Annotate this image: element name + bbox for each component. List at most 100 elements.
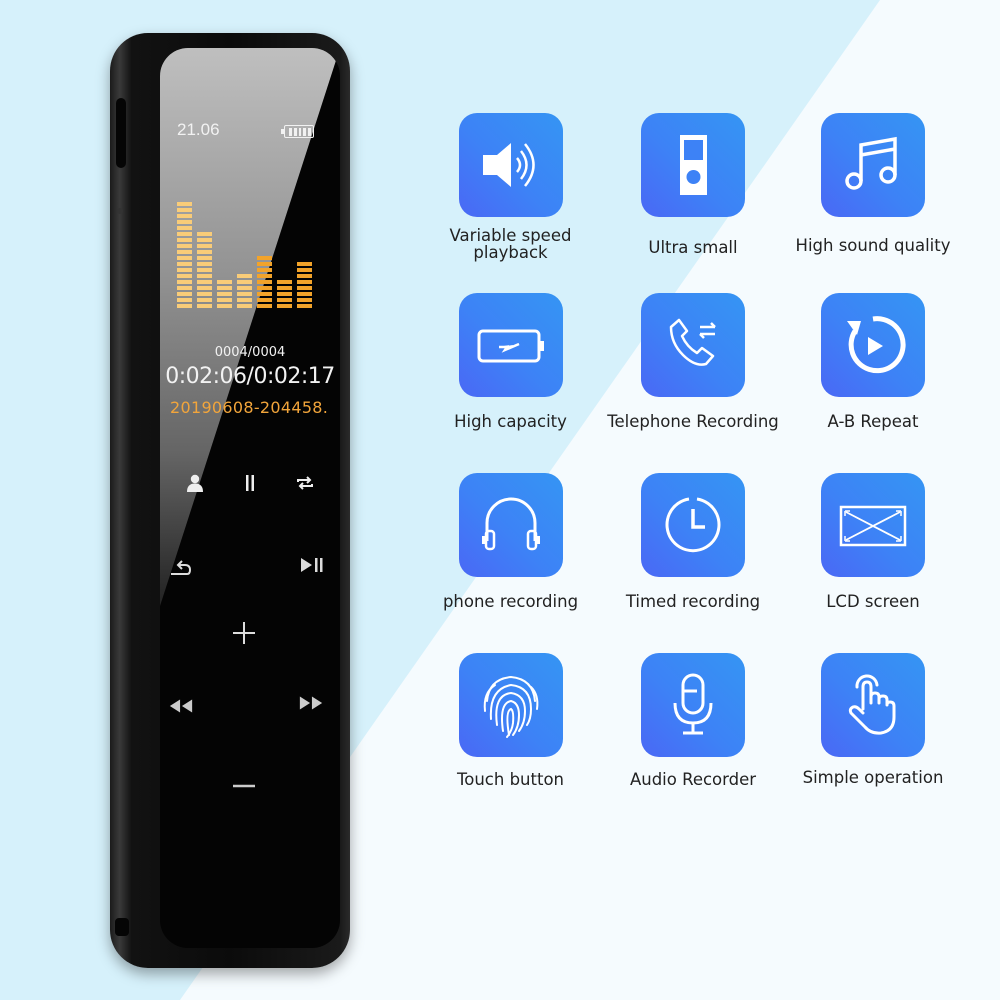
equalizer-segment xyxy=(177,232,192,236)
equalizer-segment xyxy=(257,268,272,272)
equalizer-segment xyxy=(277,292,292,296)
equalizer-segment xyxy=(257,256,272,260)
speaker-icon xyxy=(482,143,535,187)
phone-transfer-icon xyxy=(669,318,716,366)
equalizer-segment xyxy=(177,280,192,284)
clock-icon xyxy=(665,497,721,553)
equalizer-segment xyxy=(177,262,192,266)
equalizer-segment xyxy=(197,262,212,266)
equalizer-bar xyxy=(277,280,292,308)
equalizer-segment xyxy=(177,202,192,206)
equalizer-bar xyxy=(217,280,232,308)
equalizer-segment xyxy=(257,280,272,284)
feature-high-capacity: High capacity xyxy=(418,293,603,473)
fullscreen-icon xyxy=(839,505,907,547)
replay-icon xyxy=(847,316,906,374)
equalizer-segment xyxy=(297,280,312,284)
feature-tile[interactable] xyxy=(641,473,745,577)
equalizer-segment xyxy=(177,256,192,260)
feature-label: Touch button xyxy=(456,770,565,789)
equalizer-segment xyxy=(197,274,212,278)
feature-tile[interactable] xyxy=(821,293,925,397)
equalizer-segment xyxy=(177,298,192,302)
feature-tile[interactable] xyxy=(458,113,563,217)
equalizer-segment xyxy=(177,238,192,242)
battery-charging-icon xyxy=(477,329,544,363)
equalizer-segment xyxy=(197,256,212,260)
equalizer-segment xyxy=(197,298,212,302)
fingerprint-icon xyxy=(483,675,538,738)
feature-phone-recording: phone recording xyxy=(418,473,603,653)
clock-display: 21.06 xyxy=(177,120,220,139)
pause-icon[interactable] xyxy=(237,470,263,496)
feature-tile[interactable] xyxy=(641,113,745,217)
back-icon[interactable] xyxy=(168,554,194,580)
equalizer-segment xyxy=(217,304,232,308)
equalizer-segment xyxy=(197,238,212,242)
music-note-icon xyxy=(845,136,897,190)
equalizer-segment xyxy=(257,298,272,302)
equalizer-segment xyxy=(297,286,312,290)
feature-tile[interactable] xyxy=(821,653,925,757)
equalizer-segment xyxy=(297,262,312,266)
feature-tile[interactable] xyxy=(641,653,745,757)
feature-tile[interactable] xyxy=(458,473,563,577)
equalizer-segment xyxy=(177,268,192,272)
equalizer-segment xyxy=(177,286,192,290)
equalizer-segment xyxy=(177,250,192,254)
equalizer-segment xyxy=(297,274,312,278)
equalizer-segment xyxy=(237,274,252,278)
equalizer-segment xyxy=(257,304,272,308)
equalizer-segment xyxy=(217,292,232,296)
play-pause-icon[interactable] xyxy=(299,552,325,578)
feature-touch-button: Touch button xyxy=(418,653,603,833)
feature-tile[interactable] xyxy=(641,293,745,397)
equalizer-segment xyxy=(197,304,212,308)
repeat-icon[interactable] xyxy=(292,470,318,496)
equalizer-bar xyxy=(177,202,192,308)
feature-simple-operation: Simple operation xyxy=(783,653,963,833)
microphone-icon xyxy=(673,673,713,735)
equalizer-segment xyxy=(197,286,212,290)
rewind-icon[interactable] xyxy=(168,693,194,719)
equalizer-segment xyxy=(177,244,192,248)
recording-filename: 20190608-204458. xyxy=(170,398,329,417)
fast-forward-icon[interactable] xyxy=(298,690,324,716)
feature-ab-repeat: A-B Repeat xyxy=(783,293,963,473)
feature-telephone-recording: Telephone Recording xyxy=(603,293,783,473)
feature-label: Simple operation xyxy=(802,768,944,787)
equalizer-segment xyxy=(257,292,272,296)
equalizer-segment xyxy=(277,280,292,284)
headphones-icon xyxy=(481,497,540,551)
equalizer-segment xyxy=(237,298,252,302)
feature-variable-speed: Variable speed playback xyxy=(418,113,603,293)
feature-lcd-screen: LCD screen xyxy=(783,473,963,653)
feature-label: High capacity xyxy=(454,412,567,431)
feature-tile[interactable] xyxy=(458,653,563,757)
equalizer-segment xyxy=(297,292,312,296)
equalizer-segment xyxy=(237,292,252,296)
equalizer-segment xyxy=(277,286,292,290)
feature-label: Telephone Recording xyxy=(607,412,779,431)
equalizer-segment xyxy=(177,208,192,212)
volume-up-button[interactable] xyxy=(231,620,257,646)
feature-tile[interactable] xyxy=(821,473,925,577)
equalizer-segment xyxy=(197,280,212,284)
equalizer-segment xyxy=(257,286,272,290)
elapsed-time: 0:02:06/0:02:17 xyxy=(165,364,335,389)
volume-down-button[interactable] xyxy=(231,773,257,799)
equalizer-bar xyxy=(297,262,312,308)
equalizer-segment xyxy=(297,304,312,308)
screen-glare xyxy=(160,48,340,606)
equalizer-segment xyxy=(197,250,212,254)
feature-tile[interactable] xyxy=(821,113,925,217)
equalizer-segment xyxy=(257,262,272,266)
equalizer-bar xyxy=(197,232,212,308)
feature-tile[interactable] xyxy=(458,293,563,397)
equalizer-segment xyxy=(177,220,192,224)
contact-icon[interactable] xyxy=(182,470,208,496)
feature-label: Audio Recorder xyxy=(629,770,757,789)
feature-label: A-B Repeat xyxy=(827,412,919,431)
equalizer-bar xyxy=(237,274,252,308)
equalizer-segment xyxy=(217,280,232,284)
